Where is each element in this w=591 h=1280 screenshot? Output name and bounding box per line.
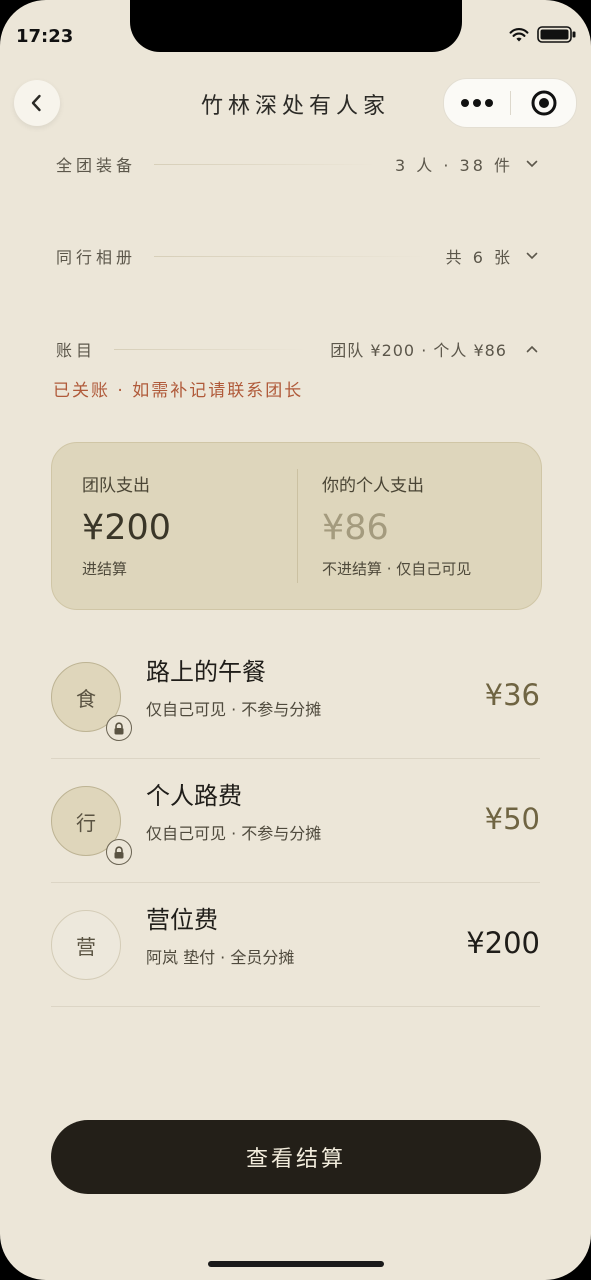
ledger-item-amount: ¥50 — [484, 802, 540, 836]
ledger-item-amount: ¥200 — [466, 926, 540, 960]
team-expense-label: 团队支出 — [82, 476, 150, 496]
section-value: 团队 ¥200 · 个人 ¥86 — [330, 341, 507, 360]
lock-icon — [106, 839, 132, 865]
phone-screen: 17:23 竹林深处有人家 全团装备 3 人 · 38 件 同行相册 共 6 张… — [0, 0, 591, 1280]
more-dots-icon — [461, 99, 493, 107]
more-button[interactable] — [444, 99, 510, 107]
target-circle-icon — [531, 90, 556, 116]
section-value: 共 6 张 — [445, 248, 513, 267]
category-char: 营 — [76, 934, 96, 959]
ledger-closed-notice: 已关账 · 如需补记请联系团长 — [53, 381, 304, 401]
ledger-item-title: 营位费 — [146, 906, 218, 934]
device-notch — [130, 0, 462, 52]
section-row-ledger[interactable]: 账目 团队 ¥200 · 个人 ¥86 — [56, 334, 539, 364]
team-expense-amount: ¥200 — [82, 508, 172, 548]
lock-icon — [106, 715, 132, 741]
ledger-item[interactable]: 食 路上的午餐 仅自己可见 · 不参与分摊 ¥36 — [51, 634, 540, 759]
close-miniapp-button[interactable] — [511, 89, 576, 117]
personal-expense-note: 不进结算 · 仅自己可见 — [322, 560, 472, 578]
section-label: 账目 — [56, 341, 97, 360]
section-value: 3 人 · 38 件 — [395, 156, 513, 175]
ledger-item[interactable]: 营 营位费 阿岚 垫付 · 全员分摊 ¥200 — [51, 882, 540, 1007]
section-label: 同行相册 — [56, 248, 137, 267]
expense-summary-card: 团队支出 ¥200 进结算 你的个人支出 ¥86 不进结算 · 仅自己可见 — [51, 442, 542, 610]
team-expense-summary: 团队支出 ¥200 进结算 — [82, 471, 171, 579]
view-settlement-button[interactable]: 查看结算 — [51, 1120, 541, 1194]
ledger-item-title: 个人路费 — [146, 782, 242, 810]
ledger-item[interactable]: 行 个人路费 仅自己可见 · 不参与分摊 ¥50 — [51, 758, 540, 883]
section-label: 全团装备 — [56, 156, 137, 175]
category-char: 行 — [76, 810, 96, 835]
category-char: 食 — [76, 686, 96, 711]
category-food-icon: 食 — [51, 662, 132, 741]
row-divider-line — [154, 255, 428, 257]
ledger-item-subtitle: 仅自己可见 · 不参与分摊 — [146, 700, 322, 719]
ledger-item-subtitle: 仅自己可见 · 不参与分摊 — [146, 824, 322, 843]
battery-icon — [537, 26, 576, 43]
ledger-item-subtitle: 阿岚 垫付 · 全员分摊 — [146, 948, 295, 967]
miniapp-capsule — [443, 78, 577, 128]
chevron-up-icon — [525, 345, 539, 353]
home-indicator[interactable] — [208, 1261, 384, 1267]
category-transport-icon: 行 — [51, 786, 132, 865]
row-divider-line — [114, 348, 309, 350]
chevron-down-icon — [525, 160, 539, 168]
status-time: 17:23 — [16, 26, 74, 47]
personal-expense-label: 你的个人支出 — [322, 476, 424, 496]
section-row-album[interactable]: 同行相册 共 6 张 — [56, 241, 539, 271]
category-camp-icon: 营 — [51, 910, 121, 980]
section-row-gear[interactable]: 全团装备 3 人 · 38 件 — [56, 149, 539, 179]
ledger-item-amount: ¥36 — [484, 678, 540, 712]
wifi-icon — [509, 27, 529, 41]
personal-expense-summary: 你的个人支出 ¥86 不进结算 · 仅自己可见 — [322, 471, 471, 579]
team-expense-note: 进结算 — [82, 560, 128, 578]
row-divider-line — [154, 163, 378, 165]
chevron-down-icon — [525, 252, 539, 260]
summary-divider — [297, 469, 298, 583]
ledger-item-title: 路上的午餐 — [146, 658, 266, 686]
personal-expense-amount: ¥86 — [322, 508, 389, 548]
status-icons — [509, 26, 577, 43]
